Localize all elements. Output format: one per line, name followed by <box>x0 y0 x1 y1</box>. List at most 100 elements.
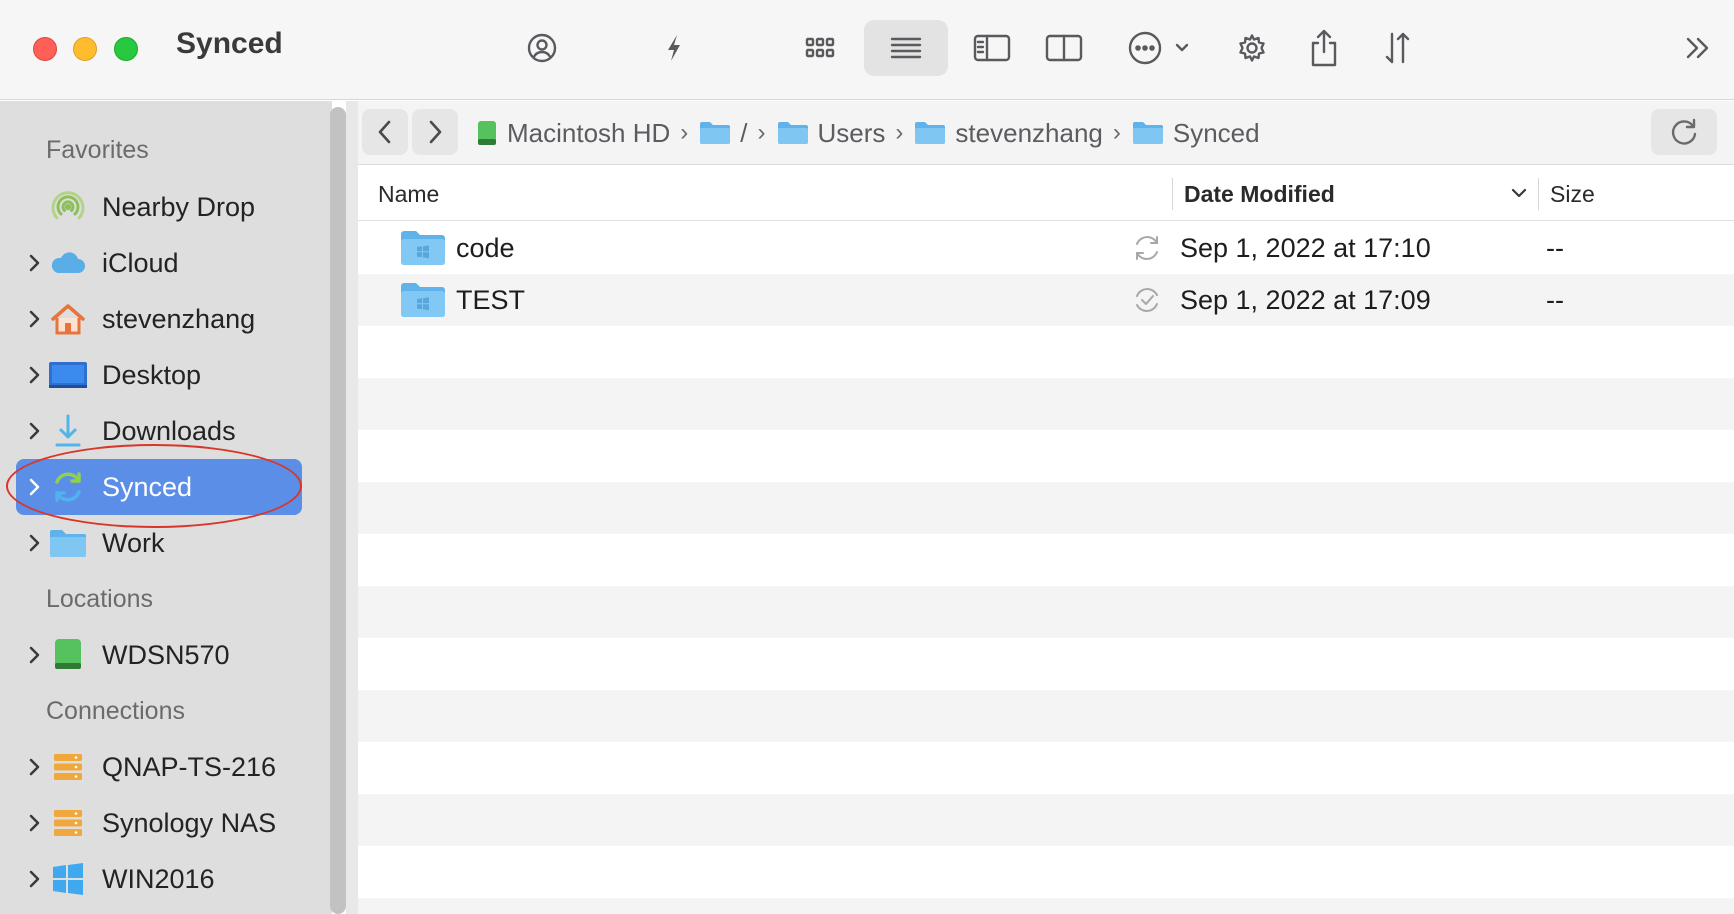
sidebar-item-stevenzhang[interactable]: stevenzhang <box>16 291 302 347</box>
list-rows: code Sep 1, 2022 at 17:10 -- TEST Sep 1,… <box>358 222 1734 914</box>
more-options-button[interactable] <box>1122 20 1198 76</box>
breadcrumb-label: Macintosh HD <box>507 117 671 148</box>
sort-descending-icon[interactable] <box>1510 186 1528 205</box>
sidebar-item-label: stevenzhang <box>102 304 256 334</box>
column-divider[interactable] <box>1172 178 1173 210</box>
settings-button[interactable] <box>1228 20 1276 76</box>
sidebar-section-favorites: Favorites <box>46 136 149 164</box>
sidebar-item-qnap[interactable]: QNAP-TS-216 <box>16 739 302 795</box>
sidebar-item-label: Synced <box>102 472 193 502</box>
breadcrumb-label: Users <box>817 117 886 148</box>
column-divider[interactable] <box>1538 178 1539 210</box>
sidebar-item-work[interactable]: Work <box>16 515 302 571</box>
breadcrumb-separator: › <box>895 119 904 146</box>
table-row[interactable]: TEST Sep 1, 2022 at 17:09 -- <box>358 274 1734 326</box>
synced-check-icon <box>1130 283 1164 322</box>
sidebar-item-label: WIN2016 <box>102 864 215 894</box>
zoom-window-button[interactable] <box>114 37 138 61</box>
chevron-right-icon[interactable] <box>26 365 42 385</box>
chevron-left-icon <box>378 120 391 144</box>
sidebar-item-wdsn570[interactable]: WDSN570 <box>16 627 302 683</box>
breadcrumb-item-macintosh-hd[interactable]: Macintosh HD <box>476 118 670 149</box>
sidebar-item-nearby-drop[interactable]: Nearby Drop <box>16 179 302 235</box>
close-window-button[interactable] <box>33 37 57 61</box>
sidebar-item-synced[interactable]: Synced <box>16 459 302 515</box>
windows-icon <box>48 861 88 897</box>
file-name: TEST <box>456 285 526 315</box>
empty-row <box>358 430 1734 482</box>
sidebar-item-label: WDSN570 <box>102 640 230 670</box>
sidebar-item-label: Synology NAS <box>102 808 277 838</box>
chevron-right-icon[interactable] <box>26 645 42 665</box>
sidebar-item-downloads[interactable]: Downloads <box>16 403 302 459</box>
column-header-date-modified[interactable]: Date Modified <box>1184 181 1335 208</box>
quick-action-button[interactable] <box>650 20 698 76</box>
sidebar-section-connections: Connections <box>46 697 185 725</box>
breadcrumb-item-root[interactable]: / <box>699 117 748 149</box>
breadcrumb-label: stevenzhang <box>955 117 1103 148</box>
chevron-right-icon[interactable] <box>26 533 42 553</box>
sidebar-item-win2016[interactable]: WIN2016 <box>16 851 302 907</box>
chevron-right-icon[interactable] <box>26 309 42 329</box>
gear-icon <box>1239 34 1265 62</box>
sidebar-divider <box>346 101 358 914</box>
sidebar-item-icloud[interactable]: iCloud <box>16 235 302 291</box>
split-view-button[interactable] <box>1040 20 1088 76</box>
cloud-icon <box>48 245 88 281</box>
chevron-right-icon[interactable] <box>26 869 42 889</box>
share-icon <box>1311 29 1337 67</box>
sidebar-section-locations: Locations <box>46 585 154 613</box>
chevron-right-icon[interactable] <box>26 813 42 833</box>
file-size: -- <box>1546 233 1564 263</box>
breadcrumb-item-stevenzhang[interactable]: stevenzhang <box>914 117 1103 149</box>
breadcrumb-separator: › <box>1112 119 1121 146</box>
minimize-window-button[interactable] <box>73 37 97 61</box>
sort-icon <box>1385 32 1410 64</box>
sidebar-item-desktop[interactable]: Desktop <box>16 347 302 403</box>
file-size: -- <box>1546 285 1564 315</box>
nearby-drop-icon <box>48 189 88 225</box>
account-button[interactable] <box>518 20 566 76</box>
folder-icon <box>777 120 809 146</box>
back-button[interactable] <box>362 109 408 155</box>
list-view-icon <box>890 37 922 59</box>
sidebar-item-label: iCloud <box>102 248 179 278</box>
list-view-button[interactable] <box>864 20 948 76</box>
toggle-sidebar-button[interactable] <box>968 20 1016 76</box>
path-bar: Macintosh HD › / › Users › stevenzhang ›… <box>358 101 1734 165</box>
breadcrumb-label: / <box>740 117 748 148</box>
chevron-right-icon[interactable] <box>26 757 42 777</box>
refresh-button[interactable] <box>1651 109 1717 155</box>
chevron-right-icon[interactable] <box>26 253 42 273</box>
list-header: Name Date Modified Size <box>358 166 1734 221</box>
icon-view-button[interactable] <box>796 20 844 76</box>
column-header-size[interactable]: Size <box>1550 181 1595 208</box>
folder-icon <box>914 120 946 146</box>
breadcrumb-item-synced[interactable]: Synced <box>1132 118 1260 149</box>
toolbar-overflow-button[interactable] <box>1674 20 1722 76</box>
person-circle-icon <box>527 33 557 63</box>
sidebar-item-label: QNAP-TS-216 <box>102 752 277 782</box>
file-list: Name Date Modified Size code Sep 1, 2022… <box>358 166 1734 914</box>
empty-row <box>358 482 1734 534</box>
empty-row <box>358 742 1734 794</box>
more-options-icon <box>1128 31 1189 65</box>
sidebar-item-synology-nas[interactable]: Synology NAS <box>16 795 302 851</box>
sidebar-item-label: Nearby Drop <box>102 192 256 222</box>
sync-icon <box>48 469 88 505</box>
breadcrumb-label: Synced <box>1172 117 1260 148</box>
desktop-icon <box>48 357 88 393</box>
sidebar-scrollbar[interactable] <box>330 107 346 914</box>
server-icon <box>48 749 88 785</box>
chevron-right-icon[interactable] <box>26 421 42 441</box>
forward-button[interactable] <box>412 109 458 155</box>
column-header-name[interactable]: Name <box>378 181 439 208</box>
share-button[interactable] <box>1300 20 1348 76</box>
empty-row <box>358 898 1734 914</box>
refresh-icon <box>1671 118 1697 145</box>
table-row[interactable]: code Sep 1, 2022 at 17:10 -- <box>358 222 1734 274</box>
breadcrumb-item-users[interactable]: Users <box>777 117 886 149</box>
chevron-right-icon[interactable] <box>26 477 42 497</box>
sort-button[interactable] <box>1374 20 1422 76</box>
file-date-modified: Sep 1, 2022 at 17:10 <box>1180 233 1431 263</box>
